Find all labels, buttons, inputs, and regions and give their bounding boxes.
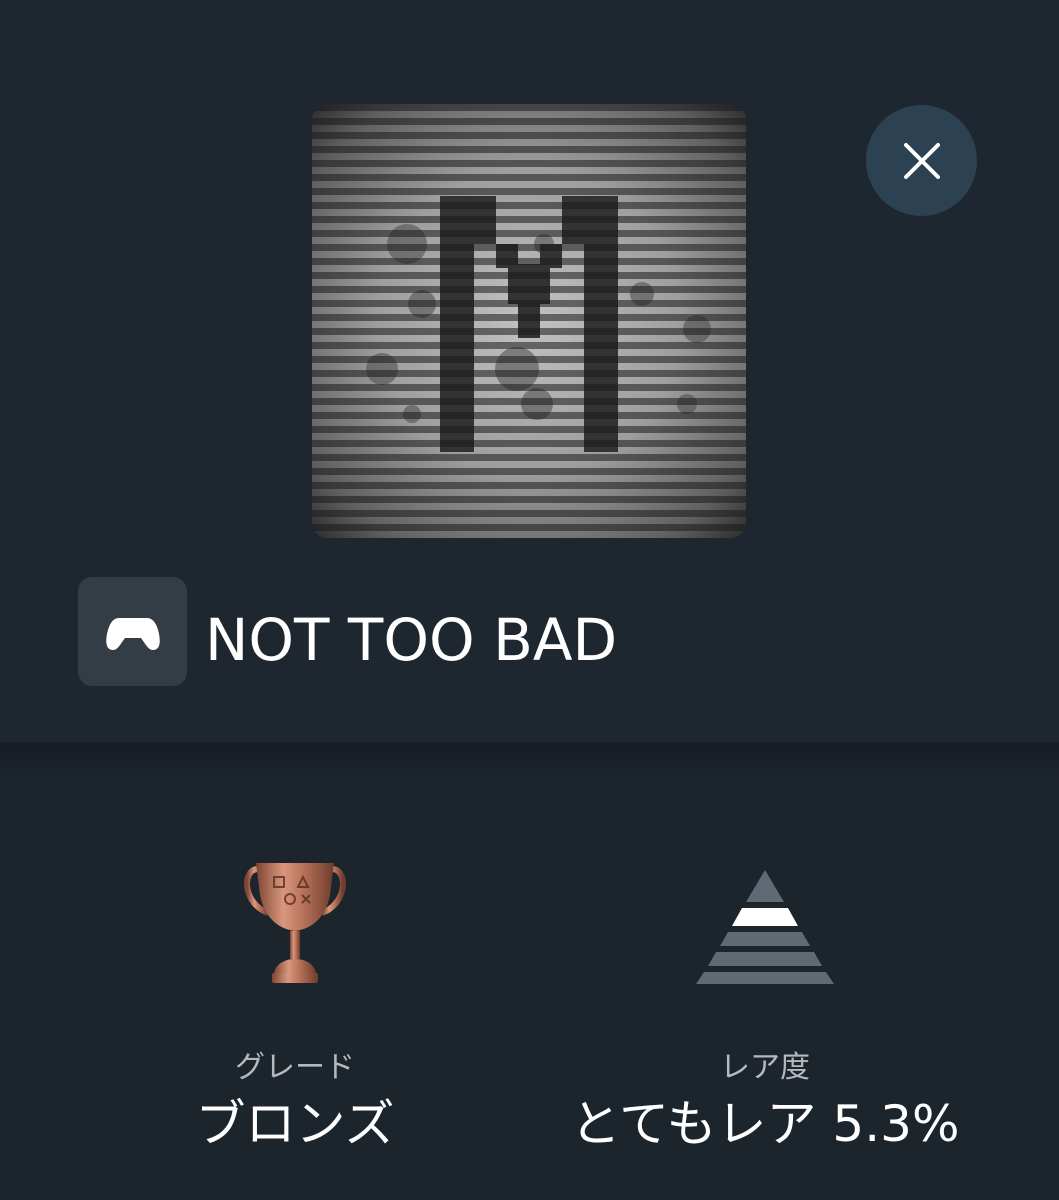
grade-label: グレード [235,1050,355,1085]
trophy-artwork [312,104,746,538]
m-glyph-scanline-icon [312,104,746,538]
platform-badge [78,577,187,686]
close-button[interactable] [866,105,977,216]
grade-stat: グレード ブロンズ [150,850,440,1156]
grade-icon-wrap [150,850,440,1000]
rarity-icon-wrap [540,850,990,1000]
trophy-detail-screen: NOT TOO BAD グレード ブロンズ レア度 とてもレア 5.3% [0,0,1059,1200]
grade-value: ブロンズ [195,1095,395,1153]
trophy-title: NOT TOO BAD [205,606,618,674]
gamepad-icon [105,617,160,650]
bronze-trophy-icon [244,863,346,983]
rarity-label: レア度 [720,1050,810,1085]
rarity-value: とてもレア 5.3% [570,1095,960,1153]
close-icon [903,142,940,179]
rarity-pyramid-icon [696,870,834,984]
rarity-stat: レア度 とてもレア 5.3% [540,850,990,1156]
panel-divider [0,742,1059,778]
